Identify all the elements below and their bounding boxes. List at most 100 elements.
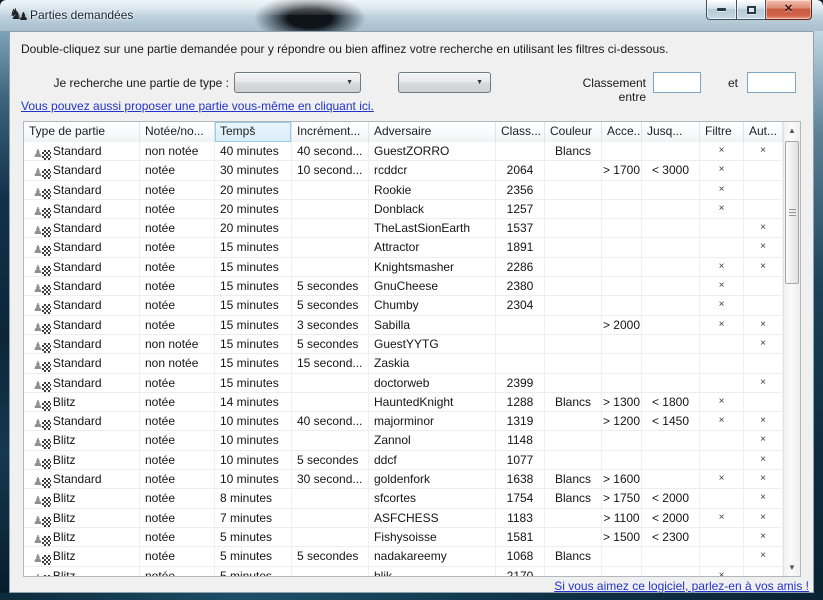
- vertical-scrollbar[interactable]: ▲ ▼: [783, 122, 800, 576]
- cell-acce: > 1100: [602, 509, 642, 528]
- cell-temps: 15 minutes: [215, 277, 292, 296]
- cell-type: ♟Blitz: [24, 528, 140, 547]
- cell-classement: 1537: [496, 219, 545, 238]
- cell-adversaire: Zannol: [369, 431, 496, 450]
- game-cadence-dropdown[interactable]: ▼: [398, 72, 491, 93]
- cell-temps: 40 minutes: [215, 142, 292, 161]
- cell-type: ♟Blitz: [24, 509, 140, 528]
- chessboard-pawn-icon: ♟: [33, 207, 51, 218]
- rating-max-input[interactable]: [747, 72, 796, 93]
- cell-type: ♟Blitz: [24, 393, 140, 412]
- cell-type: ♟Blitz: [24, 451, 140, 470]
- cell-filtre: [700, 431, 744, 450]
- game-type-label: Standard: [53, 472, 102, 486]
- table-row[interactable]: ♟Standardnotée15 minutesAttractor1891×: [24, 238, 783, 257]
- cell-couleur: [545, 567, 602, 576]
- cell-notee: notée: [140, 219, 215, 238]
- cell-increment: 10 second...: [292, 161, 369, 180]
- column-header-notee[interactable]: Notée/no...: [140, 122, 215, 142]
- table-row[interactable]: ♟Standardnotée20 minutesTheLastSionEarth…: [24, 219, 783, 238]
- cell-acce: > 2000: [602, 316, 642, 335]
- cell-temps: 20 minutes: [215, 200, 292, 219]
- table-row[interactable]: ♟Blitznotée10 minutesZannol1148×: [24, 431, 783, 450]
- chessboard-pawn-icon: ♟: [33, 419, 51, 430]
- table-row[interactable]: ♟Standardnotée10 minutes40 second...majo…: [24, 412, 783, 431]
- rating-min-input[interactable]: [653, 72, 701, 93]
- cell-acce: [602, 547, 642, 566]
- cell-adversaire: blik: [369, 567, 496, 576]
- game-type-label: Standard: [53, 337, 102, 351]
- game-type-label: Standard: [53, 318, 102, 332]
- column-header-type[interactable]: Type de partie: [24, 122, 140, 142]
- table-row[interactable]: ♟Blitznotée10 minutes5 secondesddcf1077×: [24, 451, 783, 470]
- cell-temps: 15 minutes: [215, 258, 292, 277]
- cell-acce: > 1200: [602, 412, 642, 431]
- column-header-adversaire[interactable]: Adversaire: [369, 122, 496, 142]
- maximize-button[interactable]: [736, 0, 766, 20]
- table-row[interactable]: ♟Standardnotée15 minutes5 secondesChumby…: [24, 296, 783, 315]
- cell-aut: [744, 354, 783, 373]
- scroll-up-button[interactable]: ▲: [784, 122, 800, 139]
- column-header-acce[interactable]: Acce...: [602, 122, 642, 142]
- cell-couleur: Blancs: [545, 470, 602, 489]
- cell-couleur: [545, 181, 602, 200]
- share-link[interactable]: Si vous aimez ce logiciel, parlez-en à v…: [554, 579, 809, 593]
- table-row[interactable]: ♟Standardnotée15 minutesdoctorweb2399×: [24, 374, 783, 393]
- close-button[interactable]: ✕: [766, 0, 812, 20]
- column-header-aut[interactable]: Aut...: [744, 122, 783, 142]
- propose-game-link[interactable]: Vous pouvez aussi proposer une partie vo…: [21, 99, 374, 113]
- table-row[interactable]: ♟Standardnon notée15 minutes5 secondesGu…: [24, 335, 783, 354]
- table-row[interactable]: ♟Standardnotée10 minutes30 second...gold…: [24, 470, 783, 489]
- table-row[interactable]: ♟Standardnotée15 minutesKnightsmasher228…: [24, 258, 783, 277]
- table-row[interactable]: ♟Standardnotée15 minutes5 secondesGnuChe…: [24, 277, 783, 296]
- cell-notee: notée: [140, 431, 215, 450]
- minimize-button[interactable]: [706, 0, 736, 20]
- table-row[interactable]: ♟Blitznotée5 minutes5 secondesnadakareem…: [24, 547, 783, 566]
- table-row[interactable]: ♟Standardnotée15 minutes3 secondesSabill…: [24, 316, 783, 335]
- table-row[interactable]: ♟Blitznotée8 minutessfcortes1754Blancs> …: [24, 489, 783, 508]
- cell-aut: ×: [744, 509, 783, 528]
- table-row[interactable]: ♟Standardnon notée15 minutes15 second...…: [24, 354, 783, 373]
- chessboard-pawn-icon: ♟: [33, 265, 51, 276]
- column-header-classement[interactable]: Class...: [496, 122, 545, 142]
- cell-jusq: [642, 431, 700, 450]
- et-label: et: [724, 76, 742, 90]
- chessboard-pawn-icon: ♟: [33, 458, 51, 469]
- table-row[interactable]: ♟Standardnotée20 minutesDonblack1257×: [24, 200, 783, 219]
- table-row[interactable]: ♟Blitznotée7 minutesASFCHESS1183> 1100< …: [24, 509, 783, 528]
- chessboard-pawn-icon: ♟: [33, 245, 51, 256]
- client-area: Double-cliquez sur une partie demandée p…: [9, 31, 814, 593]
- game-type-dropdown[interactable]: ▼: [234, 72, 361, 93]
- table-row[interactable]: ♟Blitznotée14 minutesHauntedKnight1288Bl…: [24, 393, 783, 412]
- column-header-temps[interactable]: ▼Temps: [215, 122, 292, 142]
- column-header-couleur[interactable]: Couleur: [545, 122, 602, 142]
- table-row[interactable]: ♟Standardnon notée40 minutes40 second...…: [24, 142, 783, 161]
- cell-type: ♟Standard: [24, 277, 140, 296]
- cell-type: ♟Standard: [24, 374, 140, 393]
- cell-jusq: [642, 296, 700, 315]
- cell-classement: 1257: [496, 200, 545, 219]
- cell-couleur: [545, 258, 602, 277]
- table-row[interactable]: ♟Standardnotée30 minutes10 second...rcdd…: [24, 161, 783, 180]
- game-type-label: Standard: [53, 144, 102, 158]
- cell-type: ♟Standard: [24, 335, 140, 354]
- cell-notee: notée: [140, 489, 215, 508]
- column-header-filtre[interactable]: Filtre: [700, 122, 744, 142]
- cell-classement: 1891: [496, 238, 545, 257]
- table-row[interactable]: ♟Blitznotée5 minutesFishysoisse1581> 150…: [24, 528, 783, 547]
- cell-couleur: [545, 219, 602, 238]
- game-type-label: Standard: [53, 240, 102, 254]
- window-controls: ✕: [706, 0, 812, 20]
- cell-filtre: ×: [700, 296, 744, 315]
- table-row[interactable]: ♟Standardnotée20 minutesRookie2356×: [24, 181, 783, 200]
- cell-jusq: [642, 451, 700, 470]
- cell-couleur: [545, 509, 602, 528]
- minimize-icon: [717, 8, 726, 11]
- cell-adversaire: Chumby: [369, 296, 496, 315]
- column-header-jusq[interactable]: Jusq...: [642, 122, 700, 142]
- cell-temps: 5 minutes: [215, 547, 292, 566]
- scrollbar-thumb[interactable]: [785, 141, 799, 284]
- column-header-increment[interactable]: Incrément...: [292, 122, 369, 142]
- table-row[interactable]: ♟Blitznotée5 minutesblik2170×: [24, 567, 783, 576]
- scroll-down-button[interactable]: ▼: [784, 559, 800, 576]
